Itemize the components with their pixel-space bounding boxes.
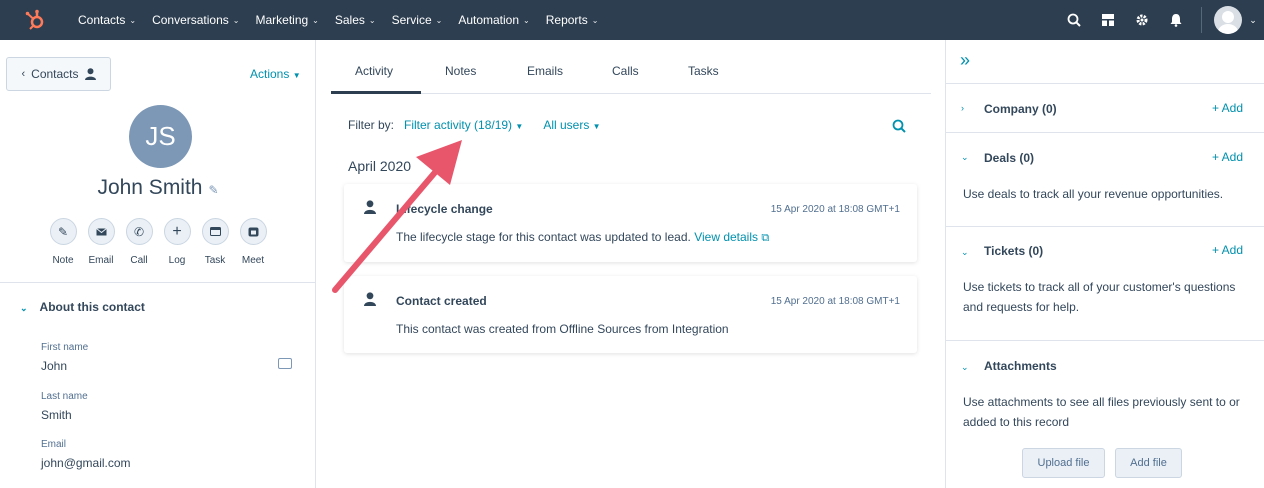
nav-right-group: ⌄ [1057,0,1264,40]
plus-icon[interactable]: + [163,218,191,245]
contact-action-buttons: ✎ Note Email ✆ Call + Log Task Meet [44,218,272,266]
filter-activity-dropdown[interactable]: Filter activity (18/19) ▼ [404,118,523,132]
call-action[interactable]: ✆ Call [120,218,158,266]
month-header: April 2020 [348,158,412,174]
top-navigation: Contacts ⌄ Conversations ⌄ Marketing ⌄ Sale… [0,0,1264,40]
hubspot-logo-icon[interactable] [0,0,70,40]
nav-reports[interactable]: Reports ⌄ [538,0,607,40]
note-icon[interactable]: ✎ [49,218,77,245]
card-body: This contact was created from Offline So… [396,322,729,336]
tab-emails[interactable]: Emails [527,64,563,78]
meet-action[interactable]: Meet [234,218,272,266]
divider [0,282,316,283]
first-name-field[interactable]: First name John [41,342,88,373]
task-action[interactable]: Task [196,218,234,266]
nav-marketing[interactable]: Marketing ⌄ [247,0,326,40]
chevron-left-icon: ‹ [21,68,26,80]
contact-name: John Smith ✎ [97,176,219,199]
activity-card[interactable]: Lifecycle change 15 Apr 2020 at 18:08 GM… [344,184,917,262]
contact-avatar: JS [129,105,192,168]
chevron-down-icon[interactable]: ⌄ [961,247,969,258]
back-label: Contacts [31,67,79,81]
email-field[interactable]: Email john@gmail.com [41,439,131,470]
last-name-field[interactable]: Last name Smith [41,391,88,422]
nav-sales[interactable]: Sales ⌄ [327,0,384,40]
filter-bar: Filter by: Filter activity (18/19) ▼ All… [348,118,601,132]
activity-panel: Activity Notes Emails Calls Tasks Filter… [317,40,945,488]
note-action[interactable]: ✎ Note [44,218,82,266]
collapse-sidebar-icon[interactable]: » [960,50,970,71]
add-file-button[interactable]: Add file [1115,448,1182,478]
contact-sidebar: ‹ Contacts Actions ▼ JS John Smith ✎ ✎ Not… [0,40,316,488]
contact-card-icon[interactable] [278,358,292,369]
activity-tabs: Activity Notes Emails Calls Tasks [331,40,931,94]
tab-tasks[interactable]: Tasks [688,64,719,78]
person-icon [364,200,376,214]
attachments-section: ⌄ Attachments Use attachments to see all… [946,340,1264,488]
notifications-icon[interactable] [1159,0,1193,40]
calendar-icon[interactable] [239,218,267,245]
chevron-right-icon[interactable]: › [961,103,964,113]
view-details-link[interactable]: View details ⧉ [694,230,769,244]
person-icon [84,68,96,80]
phone-icon[interactable]: ✆ [125,218,153,245]
card-title: Contact created [396,294,487,308]
company-section: › Company (0) + Add [946,83,1264,132]
chevron-down-icon: ⌄ [20,303,28,313]
log-action[interactable]: + Log [158,218,196,266]
about-section-toggle[interactable]: ⌄ About this contact [20,300,145,314]
email-icon[interactable] [87,218,115,245]
actions-dropdown[interactable]: Actions ▼ [250,67,301,81]
activity-card[interactable]: Contact created 15 Apr 2020 at 18:08 GMT… [344,276,917,353]
tickets-section: ⌄ Tickets (0) + Add Use tickets to track… [946,226,1264,340]
deals-section: ⌄ Deals (0) + Add Use deals to track all… [946,132,1264,226]
add-deal-link[interactable]: + Add [1212,150,1243,164]
chevron-down-icon[interactable]: ⌄ [961,152,969,163]
chevron-down-icon[interactable]: ⌄ [1242,0,1264,40]
upload-file-button[interactable]: Upload file [1022,448,1105,478]
card-body: The lifecycle stage for this contact was… [396,230,770,244]
person-icon [364,292,376,306]
email-action[interactable]: Email [82,218,120,266]
associations-sidebar: » › Company (0) + Add ⌄ Deals (0) + Add … [945,40,1264,488]
task-icon[interactable] [201,218,229,245]
settings-icon[interactable] [1125,0,1159,40]
marketplace-icon[interactable] [1091,0,1125,40]
all-users-dropdown[interactable]: All users ▼ [543,118,600,132]
chevron-down-icon[interactable]: ⌄ [961,362,969,373]
back-to-contacts-button[interactable]: ‹ Contacts [6,57,111,91]
nav-divider [1201,7,1202,33]
active-tab-indicator [331,91,421,94]
search-icon[interactable] [1057,0,1091,40]
add-company-link[interactable]: + Add [1212,101,1243,115]
nav-service[interactable]: Service ⌄ [384,0,451,40]
tab-calls[interactable]: Calls [612,64,639,78]
card-date: 15 Apr 2020 at 18:08 GMT+1 [770,296,900,307]
nav-contacts[interactable]: Contacts ⌄ [70,0,144,40]
add-ticket-link[interactable]: + Add [1212,243,1243,257]
edit-pencil-icon[interactable]: ✎ [209,183,219,197]
nav-automation[interactable]: Automation ⌄ [450,0,537,40]
card-title: Lifecycle change [396,202,493,216]
card-date: 15 Apr 2020 at 18:08 GMT+1 [770,204,900,215]
external-link-icon: ⧉ [761,232,770,244]
search-icon[interactable] [892,119,906,136]
user-avatar[interactable] [1214,6,1242,34]
tab-activity[interactable]: Activity [355,64,393,78]
nav-conversations[interactable]: Conversations ⌄ [144,0,247,40]
tab-notes[interactable]: Notes [445,64,476,78]
